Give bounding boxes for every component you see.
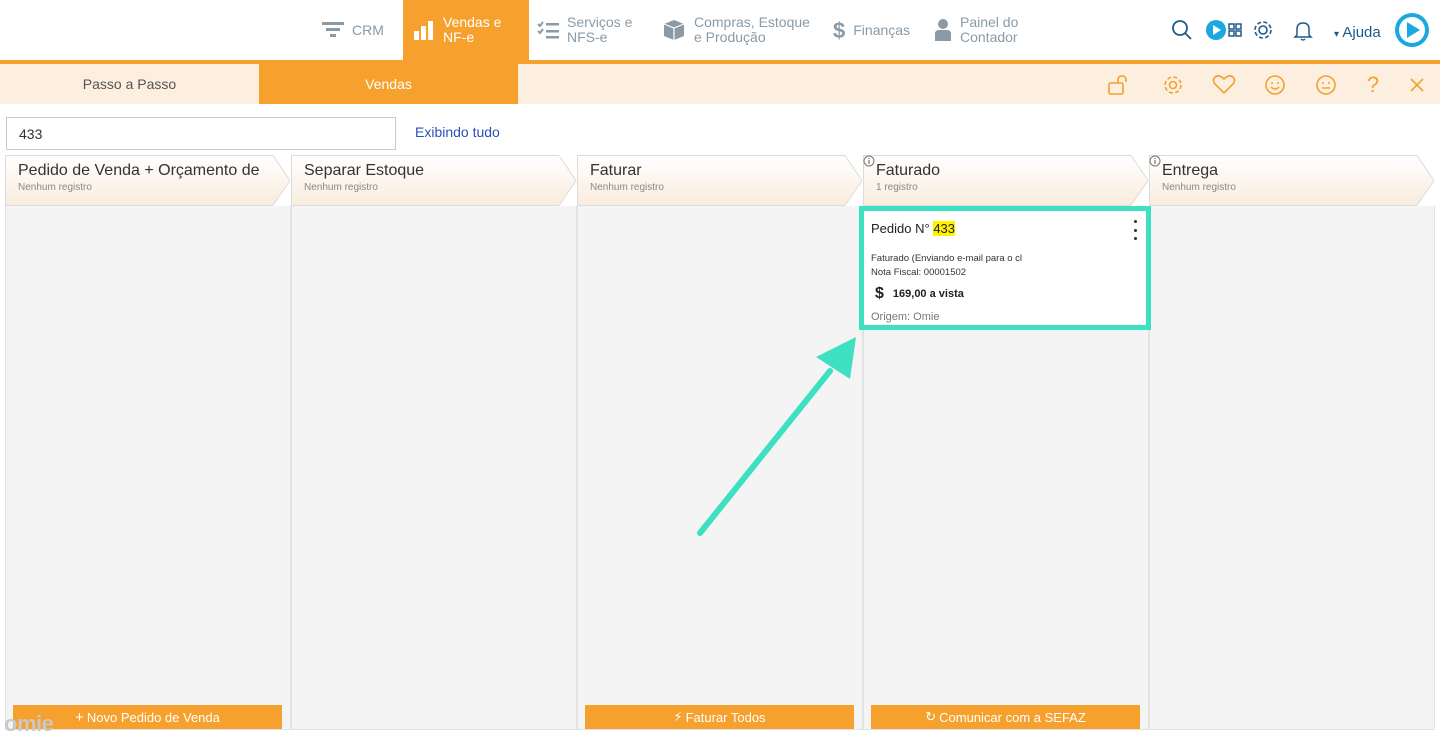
column-header[interactable]: Entrega Nenhum registro	[1149, 155, 1435, 206]
order-amount: 169,00 a vista	[892, 288, 964, 300]
column-count: Nenhum registro	[590, 182, 664, 193]
bell-icon[interactable]	[1291, 18, 1315, 42]
more-vertical-icon[interactable]	[1132, 220, 1138, 240]
invoice-number: Nota Fiscal: 00001502	[871, 267, 967, 278]
search-icon[interactable]	[1170, 18, 1194, 42]
nav-item-vendas[interactable]: Vendas e NF-e	[403, 0, 529, 60]
order-title: Pedido N° 433	[871, 221, 956, 236]
column-title: Entrega	[1162, 162, 1219, 179]
tab-passo-a-passo[interactable]: Passo a Passo	[0, 64, 259, 104]
column-count: Nenhum registro	[1162, 182, 1236, 193]
column-count: 1 registro	[876, 182, 918, 193]
help-label: Ajuda	[1342, 24, 1381, 41]
column-title: Pedido de Venda + Orçamento de	[18, 162, 260, 179]
nav-item-compras[interactable]: Compras, Estoque e Produção	[662, 0, 822, 60]
column-header[interactable]: Faturado 1 registro	[863, 155, 1149, 206]
dollar-icon: $	[875, 285, 884, 302]
order-status: Faturado (Enviando e-mail para o cl	[871, 253, 1023, 264]
button-label: Novo Pedido de Venda	[86, 709, 220, 725]
nav-item-servicos[interactable]: Serviços e NFS-e	[537, 0, 647, 60]
kanban-column-pedido-venda: Pedido de Venda + Orçamento de Nenhum re…	[5, 155, 291, 735]
help-menu[interactable]: ▾ Ajuda	[1334, 24, 1381, 41]
nav-item-financas[interactable]: $ Finanças	[833, 0, 923, 60]
person-icon	[934, 18, 952, 42]
search-input[interactable]	[6, 117, 396, 150]
column-header[interactable]: Faturar Nenhum registro	[577, 155, 863, 206]
button-label: Faturar Todos	[685, 709, 766, 725]
dollar-icon: $	[833, 17, 846, 43]
heart-icon[interactable]	[1212, 73, 1236, 97]
order-number: 433	[933, 221, 956, 236]
omie-logo: omie	[4, 711, 54, 736]
nav-label: Painel do Contador	[960, 14, 1019, 45]
neutral-face-icon[interactable]	[1314, 73, 1338, 97]
question-icon[interactable]: ?	[1361, 72, 1385, 97]
sub-navigation: Passo a Passo Vendas ?	[0, 64, 1440, 104]
annotation-arrow-icon	[697, 337, 856, 536]
column-header[interactable]: Pedido de Venda + Orçamento de Nenhum re…	[5, 155, 291, 206]
column-body	[5, 206, 291, 730]
column-body	[1149, 206, 1435, 730]
column-body	[291, 206, 577, 730]
unlock-icon[interactable]	[1107, 73, 1131, 97]
close-icon[interactable]	[1405, 73, 1429, 97]
smile-icon[interactable]	[1263, 73, 1287, 97]
lightning-icon: ⚡︎	[673, 709, 683, 724]
invoice-all-button[interactable]: ⚡︎ Faturar Todos	[585, 705, 854, 729]
order-title-prefix: Pedido N°	[871, 221, 930, 236]
nav-label: Finanças	[853, 21, 911, 38]
column-count: Nenhum registro	[304, 182, 378, 193]
show-all-link[interactable]: Exibindo tudo	[415, 124, 500, 140]
column-count: Nenhum registro	[18, 182, 92, 193]
column-title: Separar Estoque	[304, 162, 425, 179]
plus-icon: +	[75, 708, 84, 726]
info-icon[interactable]	[863, 155, 875, 167]
refresh-icon: ↻	[925, 709, 937, 724]
nav-label: Compras, Estoque e Produção	[694, 14, 810, 45]
order-card[interactable]: Pedido N° 433 Faturado (Enviando e-mail …	[859, 206, 1151, 330]
caret-down-icon: ▾	[1334, 29, 1340, 40]
checklist-icon	[537, 20, 559, 40]
box-icon	[662, 18, 686, 42]
settings-gear-icon[interactable]	[1161, 73, 1185, 97]
nav-item-painel-contador[interactable]: Painel do Contador	[934, 0, 1034, 60]
communicate-sefaz-button[interactable]: ↻ Comunicar com a SEFAZ	[871, 705, 1140, 729]
funnel-icon	[322, 20, 344, 40]
apps-play-icon[interactable]	[1205, 18, 1245, 42]
chart-bars-icon	[413, 19, 435, 41]
column-title: Faturar	[590, 162, 642, 179]
kanban-column-separar-estoque: Separar Estoque Nenhum registro	[291, 155, 577, 735]
button-label: Comunicar com a SEFAZ	[939, 709, 1086, 725]
tab-vendas[interactable]: Vendas	[259, 64, 518, 104]
omie-play-logo-icon[interactable]	[1394, 12, 1430, 48]
order-origin: Origem: Omie	[871, 311, 940, 323]
column-header[interactable]: Separar Estoque Nenhum registro	[291, 155, 577, 206]
nav-item-crm[interactable]: CRM	[322, 0, 402, 60]
gear-icon[interactable]	[1251, 18, 1275, 42]
kanban-column-entrega: Entrega Nenhum registro	[1149, 155, 1435, 735]
nav-label: CRM	[352, 21, 384, 38]
order-value: $ 169,00 a vista	[875, 285, 964, 303]
nav-label: Serviços e NFS-e	[567, 14, 633, 45]
info-icon[interactable]	[1149, 155, 1161, 167]
nav-label: Vendas e NF-e	[443, 14, 502, 45]
top-navigation: CRM Vendas e NF-e Serviços e NFS-e Compr…	[0, 0, 1440, 60]
column-title: Faturado	[876, 162, 941, 179]
